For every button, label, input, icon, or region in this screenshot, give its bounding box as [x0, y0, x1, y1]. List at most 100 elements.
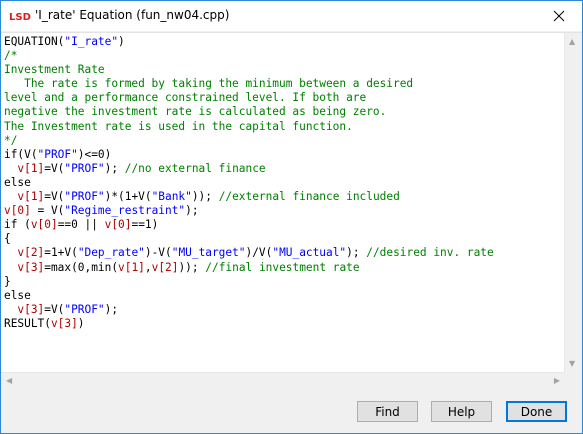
code-token: "PROF" [64, 302, 105, 316]
code-token: "PROF" [64, 161, 105, 175]
code-line: The rate is formed by taking the minimum… [4, 77, 413, 90]
equation-code[interactable]: EQUATION("I_rate") /* Investment Rate Th… [4, 35, 494, 331]
code-token: The Investment rate is used in the capit… [4, 119, 353, 133]
code-line: v[1]=V("PROF")*(1+V("Bank")); //external… [4, 190, 399, 204]
code-line: if(V("PROF")<=0) [4, 148, 111, 161]
code-token: v[0] [104, 218, 132, 232]
lsd-app-icon: LSD [9, 10, 31, 22]
scroll-right-icon[interactable]: ▶ [554, 377, 560, 385]
code-token: ); [104, 302, 119, 316]
code-token: )*(1+V( [104, 190, 152, 204]
code-token: "Dep_rate" [77, 246, 145, 260]
code-token: v[3] [50, 316, 78, 330]
code-token: ); [104, 161, 125, 175]
title-bar[interactable]: LSD 'I_rate' Equation (fun_nw04.cpp) [1, 1, 582, 31]
code-token: EQUATION( [4, 35, 65, 48]
code-token: = V( [30, 204, 65, 218]
scroll-corner [565, 373, 582, 389]
scroll-left-icon[interactable]: ◀ [6, 377, 12, 385]
code-token: "I_rate" [64, 35, 119, 48]
code-token: )<=0) [77, 147, 112, 161]
code-token: "Bank" [151, 190, 192, 204]
code-token: "Regime_restraint" [64, 204, 186, 218]
scroll-up-icon[interactable]: ▲ [569, 38, 575, 46]
code-line: The Investment rate is used in the capit… [4, 120, 353, 133]
code-token: =max(0,min( [44, 260, 119, 274]
code-line: else [4, 289, 31, 302]
done-button[interactable]: Done [506, 401, 567, 422]
find-button[interactable]: Find [357, 401, 418, 422]
code-token: =V( [44, 302, 65, 316]
code-line: EQUATION("I_rate") [4, 35, 125, 48]
code-token: =1+V( [44, 246, 78, 260]
code-token: The rate is formed by taking the minimum… [4, 77, 414, 91]
code-line: */ [4, 134, 17, 147]
code-token: "PROF" [37, 147, 78, 161]
code-token: if(V( [4, 147, 38, 161]
code-line: v[1]=V("PROF"); //no external finance [4, 161, 266, 175]
code-token: { [4, 232, 11, 246]
code-token: "PROF" [64, 190, 105, 204]
code-token: //no external finance [124, 161, 266, 175]
code-token: else [4, 175, 31, 189]
code-editor[interactable]: EQUATION("I_rate") /* Investment Rate Th… [1, 32, 582, 389]
code-line: v[3]=max(0,min(v[1],v[2])); //final inve… [4, 260, 360, 274]
code-token: //desired inv. rate [366, 246, 494, 260]
code-line: else [4, 176, 31, 189]
button-bar: Find Help Done [1, 389, 582, 433]
window-title: 'I_rate' Equation (fun_nw04.cpp) [35, 8, 230, 22]
horizontal-scrollbar[interactable]: ◀ ▶ [1, 372, 565, 389]
code-line: /* [4, 49, 17, 62]
code-line: } [4, 275, 11, 288]
code-line: negative the investment rate is calculat… [4, 105, 386, 118]
code-token: )/V( [245, 246, 273, 260]
code-token: )); [191, 190, 219, 204]
code-line: v[2]=1+V("Dep_rate")-V("MU_target")/V("M… [4, 246, 494, 260]
code-token: ); [185, 204, 199, 218]
code-token: =V( [44, 190, 65, 204]
code-line: v[0] = V("Regime_restraint"); [4, 204, 199, 217]
code-token: ) [118, 35, 125, 48]
code-token: "MU_actual" [272, 246, 347, 260]
code-token: v[0] [30, 218, 58, 232]
code-line: v[3]=V("PROF"); [4, 303, 118, 316]
code-token: )); [178, 260, 206, 274]
code-token: */ [4, 133, 18, 147]
code-line: level and a performance constrained leve… [4, 91, 366, 104]
code-token: if ( [4, 218, 31, 232]
code-token: ==1) [131, 218, 159, 232]
code-token: } [4, 274, 11, 288]
code-line: if (v[0]==0 || v[0]==1) [4, 218, 158, 231]
code-token: v[2] [17, 246, 45, 260]
code-token: negative the investment rate is calculat… [4, 105, 387, 119]
help-button[interactable]: Help [431, 401, 492, 422]
code-token: ) [77, 316, 85, 330]
code-token: /* [4, 49, 18, 63]
code-token: ==0 || [57, 218, 105, 232]
code-token: =V( [44, 161, 65, 175]
code-token: //final investment rate [205, 260, 360, 274]
code-token: "MU_target" [171, 246, 246, 260]
code-token: v[2] [151, 260, 179, 274]
code-token: , [144, 260, 152, 274]
code-token: v[1] [17, 161, 45, 175]
vertical-scrollbar[interactable]: ▲ ▼ [564, 33, 582, 373]
code-token: RESULT( [4, 316, 51, 330]
code-token: v[3] [17, 260, 45, 274]
close-button[interactable] [536, 1, 582, 31]
code-line: Investment Rate [4, 63, 105, 76]
code-token: v[3] [17, 302, 45, 316]
code-token: else [4, 288, 31, 302]
close-icon [553, 10, 565, 22]
code-token: v[1] [118, 260, 145, 274]
code-line: { [4, 232, 11, 245]
code-token: v[1] [17, 190, 45, 204]
code-token: level and a performance constrained leve… [4, 91, 367, 105]
code-token: )-V( [144, 246, 172, 260]
code-line: RESULT(v[3]) [4, 317, 85, 330]
code-token: ); [346, 246, 367, 260]
scroll-down-icon[interactable]: ▼ [569, 360, 575, 368]
